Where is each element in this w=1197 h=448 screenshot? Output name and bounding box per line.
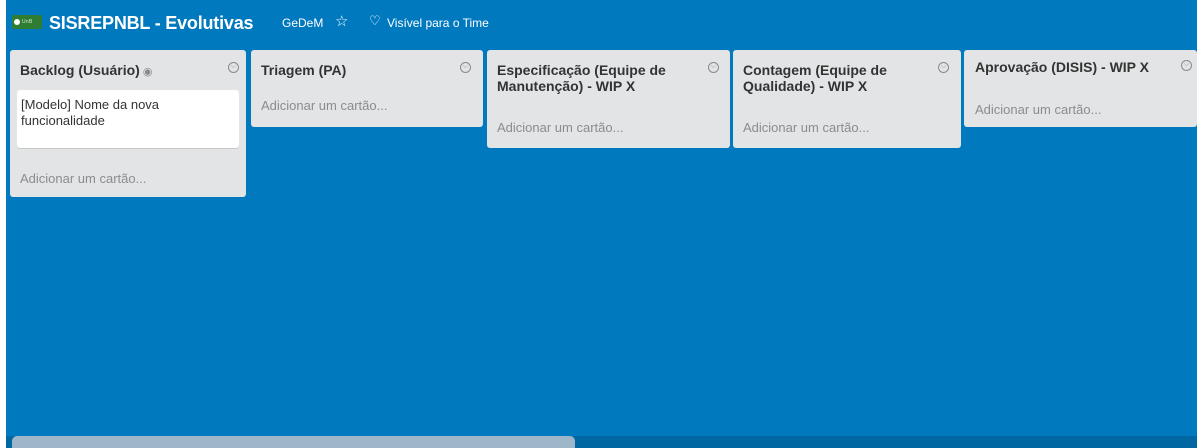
star-icon[interactable]: ☆: [335, 12, 348, 30]
board-header: UnB SISREPNBL - Evolutivas GeDeM ☆ ♡ Vis…: [6, 0, 1197, 44]
team-link[interactable]: GeDeM: [282, 16, 323, 30]
board: UnB SISREPNBL - Evolutivas GeDeM ☆ ♡ Vis…: [6, 0, 1197, 448]
list-title[interactable]: Aprovação (DISIS) - WIP X: [975, 59, 1149, 75]
list-contagem: Contagem (Equipe de Qualidade) - WIP X ⌵…: [733, 50, 961, 148]
board-logo: UnB: [12, 15, 42, 29]
list-menu-icon[interactable]: ⌵: [1181, 60, 1192, 71]
add-card-link[interactable]: Adicionar um cartão...: [497, 120, 623, 135]
board-title[interactable]: SISREPNBL - Evolutivas: [49, 13, 254, 34]
list-menu-icon[interactable]: ⌵: [708, 62, 719, 73]
add-card-link[interactable]: Adicionar um cartão...: [743, 120, 869, 135]
visibility-label[interactable]: Visível para o Time: [387, 16, 489, 30]
list-title[interactable]: Especificação (Equipe de Manutenção) - W…: [497, 62, 702, 94]
list-menu-icon[interactable]: ⌵: [460, 62, 471, 73]
list-menu-icon[interactable]: ⌵: [938, 62, 949, 73]
list-especificacao: Especificação (Equipe de Manutenção) - W…: [487, 50, 730, 148]
add-card-link[interactable]: Adicionar um cartão...: [975, 102, 1101, 117]
add-card-link[interactable]: Adicionar um cartão...: [20, 171, 146, 186]
list-backlog: Backlog (Usuário) ◉ ⌵ [Modelo] Nome da no…: [10, 50, 246, 197]
list-title[interactable]: Backlog (Usuário) ◉: [20, 62, 152, 80]
list-title[interactable]: Triagem (PA): [261, 62, 346, 78]
list-aprovacao: Aprovação (DISIS) - WIP X ⌵ Adicionar um…: [964, 50, 1197, 127]
list-title[interactable]: Contagem (Equipe de Qualidade) - WIP X: [743, 62, 923, 94]
scrollbar-thumb[interactable]: [12, 436, 575, 448]
list-menu-icon[interactable]: ⌵: [228, 62, 239, 73]
card[interactable]: [Modelo] Nome da nova funcionalidade: [17, 90, 239, 148]
team-visibility-icon[interactable]: ♡: [369, 13, 381, 29]
list-triagem: Triagem (PA) ⌵ Adicionar um cartão...: [251, 50, 483, 127]
watch-icon: ◉: [142, 66, 153, 78]
add-card-link[interactable]: Adicionar um cartão...: [261, 98, 387, 113]
